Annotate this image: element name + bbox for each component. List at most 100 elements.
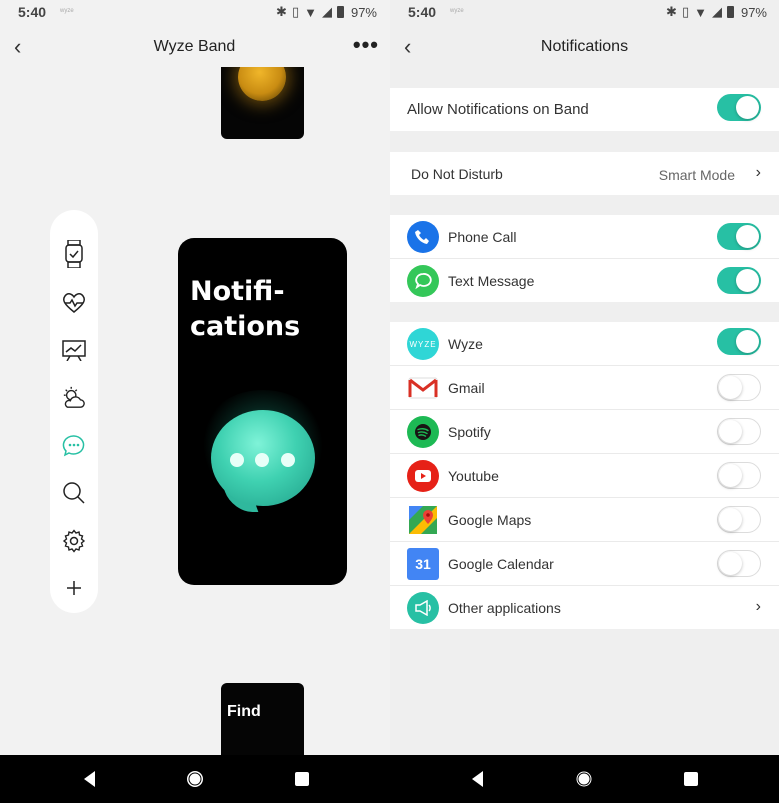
gmail-icon <box>407 372 439 404</box>
youtube-toggle[interactable] <box>717 462 761 489</box>
app-label: Phone Call <box>448 229 517 245</box>
google-calendar-toggle[interactable] <box>717 550 761 577</box>
bubble-dot <box>281 453 295 467</box>
activity-chart-icon[interactable] <box>62 338 86 362</box>
app-label: Google Maps <box>448 512 532 528</box>
nav-recents-icon[interactable] <box>292 769 312 789</box>
find-card[interactable]: Find <box>221 683 304 755</box>
heart-rate-icon[interactable] <box>62 291 86 315</box>
watch-icon[interactable] <box>62 240 86 268</box>
do-not-disturb-row[interactable]: Do Not Disturb Smart Mode › <box>390 152 779 195</box>
app-label: Youtube <box>448 468 499 484</box>
maps-icon <box>407 504 439 536</box>
feature-sidebar <box>50 210 98 613</box>
status-app-label: wyze <box>450 8 464 14</box>
bluetooth-icon: ✱ <box>276 4 287 19</box>
toggle-knob <box>719 376 742 399</box>
allow-notifications-label: Allow Notifications on Band <box>407 101 589 118</box>
app-label: Spotify <box>448 424 491 440</box>
toggle-knob <box>736 225 759 248</box>
do-not-disturb-group: Do Not Disturb Smart Mode › <box>390 152 779 195</box>
vibrate-icon: ▯ <box>681 4 690 19</box>
notifications-screen: 5:40 wyze ✱ ▯ ▼ ◢ 97% ‹ Notifications Al… <box>390 0 779 755</box>
vibrate-icon: ▯ <box>291 4 300 19</box>
more-options-icon[interactable]: ••• <box>353 32 379 58</box>
bubble-dot <box>230 453 244 467</box>
nav-home-icon[interactable] <box>574 769 594 789</box>
spotify-toggle[interactable] <box>717 418 761 445</box>
app-row-gmail: Gmail <box>390 366 779 410</box>
find-card-label: Find <box>227 703 261 720</box>
google-maps-toggle[interactable] <box>717 506 761 533</box>
allow-notifications-group: Allow Notifications on Band <box>390 88 779 131</box>
page-title: Wyze Band <box>153 38 236 55</box>
top-bar: ‹ Wyze Band ••• <box>0 30 389 64</box>
app-row-text-message: Text Message <box>390 259 779 302</box>
toggle-knob <box>736 96 759 119</box>
weather-card[interactable] <box>221 67 304 139</box>
bluetooth-icon: ✱ <box>666 4 677 19</box>
other-applications-row[interactable]: Other applications › <box>390 586 779 629</box>
wifi-icon: ▼ <box>304 4 317 20</box>
sun-graphic <box>238 67 286 101</box>
text-message-toggle[interactable] <box>717 267 761 294</box>
wifi-icon: ▼ <box>694 4 707 20</box>
status-icons: ✱ ▯ ▼ ◢ 97% <box>666 4 767 20</box>
bubble-dot <box>255 453 269 467</box>
nav-back-icon[interactable] <box>468 769 488 789</box>
wyze-band-screen: 5:40 wyze ✱ ▯ ▼ ◢ 97% ‹ Wyze Band ••• No… <box>0 0 389 755</box>
message-icon <box>407 265 439 297</box>
chevron-right-icon: › <box>755 164 761 181</box>
youtube-icon <box>407 460 439 492</box>
status-time: 5:40 <box>408 4 437 20</box>
status-icons: ✱ ▯ ▼ ◢ 97% <box>276 4 377 20</box>
battery-level: 97% <box>740 4 767 20</box>
app-label: Google Calendar <box>448 556 554 572</box>
status-app-label: wyze <box>60 8 74 14</box>
add-icon[interactable] <box>62 576 86 600</box>
app-row-youtube: Youtube <box>390 454 779 498</box>
app-row-phone-call: Phone Call <box>390 215 779 259</box>
calls-messages-group: Phone Call Text Message <box>390 215 779 302</box>
wyze-logo: WYZE <box>407 328 439 360</box>
allow-notifications-row: Allow Notifications on Band <box>390 88 779 131</box>
page-title: Notifications <box>540 38 629 55</box>
app-label: Text Message <box>448 273 535 289</box>
battery-level: 97% <box>350 4 377 20</box>
toggle-knob <box>736 269 759 292</box>
toggle-knob <box>736 330 759 353</box>
wyze-toggle[interactable] <box>717 328 761 355</box>
spotify-icon <box>407 416 439 448</box>
toggle-knob <box>719 508 742 531</box>
search-icon[interactable] <box>62 481 86 505</box>
battery-icon <box>336 6 344 18</box>
app-label: Wyze <box>448 336 483 352</box>
megaphone-icon <box>407 592 439 624</box>
notifications-chat-icon[interactable] <box>62 434 86 458</box>
chevron-right-icon: › <box>755 598 761 615</box>
nav-back-icon[interactable] <box>80 769 100 789</box>
other-applications-label: Other applications <box>448 600 561 616</box>
allow-notifications-toggle[interactable] <box>717 94 761 121</box>
notifications-card-title: Notifi- cations <box>190 276 301 342</box>
calendar-icon: 31 <box>407 548 439 580</box>
weather-icon[interactable] <box>62 386 86 410</box>
nav-recents-icon[interactable] <box>681 769 701 789</box>
apps-group: WYZE Wyze Gmail Spotify Youtube Google M… <box>390 322 779 629</box>
toggle-knob <box>719 552 742 575</box>
app-row-spotify: Spotify <box>390 410 779 454</box>
nav-home-icon[interactable] <box>185 769 205 789</box>
status-bar: 5:40 wyze ✱ ▯ ▼ ◢ 97% <box>390 0 779 24</box>
settings-gear-icon[interactable] <box>62 529 86 553</box>
status-bar: 5:40 wyze ✱ ▯ ▼ ◢ 97% <box>0 0 389 24</box>
gmail-toggle[interactable] <box>717 374 761 401</box>
signal-icon: ◢ <box>711 4 722 19</box>
toggle-knob <box>719 420 742 443</box>
app-row-wyze: WYZE Wyze <box>390 322 779 366</box>
app-label: Gmail <box>448 380 485 396</box>
phone-call-toggle[interactable] <box>717 223 761 250</box>
notifications-card[interactable]: Notifi- cations <box>178 238 347 585</box>
battery-icon <box>726 6 734 18</box>
phone-icon <box>407 221 439 253</box>
app-row-google-maps: Google Maps <box>390 498 779 542</box>
